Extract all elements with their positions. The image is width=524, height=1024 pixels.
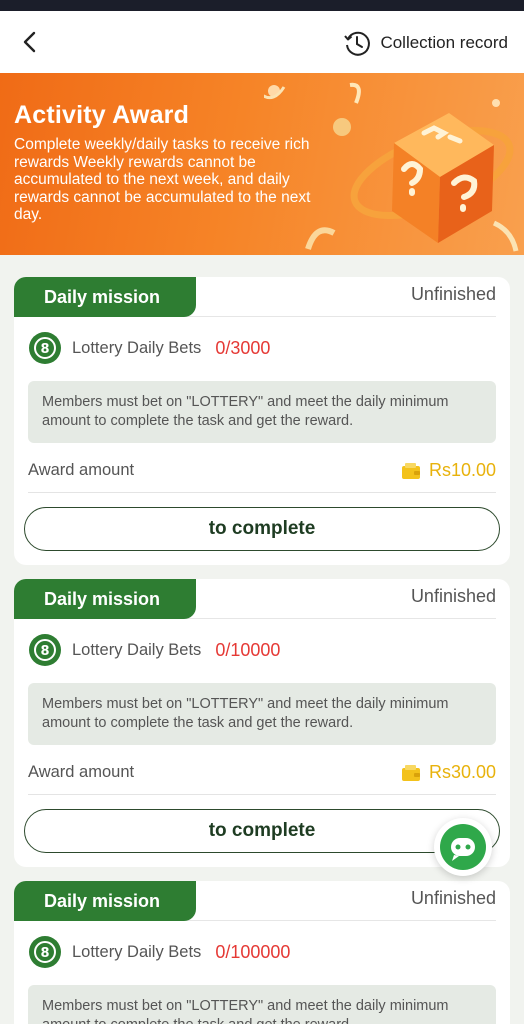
mission-card: Daily mission Unfinished 8 Lottery Daily…: [14, 579, 510, 867]
mission-card: Daily mission Unfinished 8 Lottery Daily…: [14, 881, 510, 1024]
mission-card-header: Daily mission Unfinished: [14, 881, 496, 921]
chat-bot-button[interactable]: [434, 818, 492, 876]
award-row: Award amount Rs30.00: [28, 759, 496, 795]
lottery-ball-icon: 8: [29, 936, 61, 968]
to-complete-button[interactable]: to complete: [24, 809, 500, 853]
task-row: 8 Lottery Daily Bets 0/10000: [14, 619, 510, 667]
collection-record-label: Collection record: [380, 33, 508, 52]
task-row: 8 Lottery Daily Bets 0/100000: [14, 921, 510, 969]
banner-title: Activity Award: [14, 101, 190, 129]
task-row: 8 Lottery Daily Bets 0/3000: [14, 317, 510, 365]
task-name: Lottery Daily Bets: [72, 640, 202, 659]
task-description: Members must bet on "LOTTERY" and meet t…: [28, 985, 496, 1024]
activity-banner: Activity Award Complete weekly/daily tas…: [0, 73, 524, 255]
mission-status: Unfinished: [410, 586, 496, 606]
mission-tag: Daily mission: [14, 579, 196, 619]
lottery-ball-icon: 8: [29, 634, 61, 666]
mission-card: Daily mission Unfinished 8 Lottery Daily…: [14, 277, 510, 565]
mission-list: Daily mission Unfinished 8 Lottery Daily…: [0, 255, 524, 1024]
svg-text:8: 8: [40, 946, 49, 961]
mission-status: Unfinished: [410, 284, 496, 304]
award-row: Award amount Rs10.00: [28, 457, 496, 493]
award-amount: Rs30.00: [401, 762, 496, 783]
mission-tag: Daily mission: [14, 881, 196, 921]
question-dice-icon: [264, 82, 519, 252]
lottery-ball-icon: 8: [29, 332, 61, 364]
mission-status: Unfinished: [410, 888, 496, 908]
award-label: Award amount: [28, 763, 135, 781]
wallet-icon: [401, 462, 420, 479]
award-value: Rs10.00: [428, 460, 496, 480]
status-bar: [0, 0, 524, 11]
mission-card-header: Daily mission Unfinished: [14, 579, 496, 619]
svg-text:8: 8: [40, 644, 49, 659]
task-description: Members must bet on "LOTTERY" and meet t…: [28, 683, 496, 745]
history-clock-icon: [344, 31, 371, 56]
mission-card-header: Daily mission Unfinished: [14, 277, 496, 317]
top-nav: Collection record: [0, 11, 524, 73]
task-progress: 0/100000: [215, 941, 291, 962]
chat-bot-icon: [440, 824, 486, 870]
collection-record-button[interactable]: Collection record: [342, 28, 508, 58]
wallet-icon: [401, 764, 420, 781]
award-value: Rs30.00: [428, 762, 496, 782]
chevron-left-icon[interactable]: [18, 29, 44, 55]
task-progress: 0/10000: [215, 639, 281, 660]
award-label: Award amount: [28, 461, 135, 479]
task-description: Members must bet on "LOTTERY" and meet t…: [28, 381, 496, 443]
to-complete-button[interactable]: to complete: [24, 507, 500, 551]
svg-text:8: 8: [40, 342, 49, 357]
task-name: Lottery Daily Bets: [72, 942, 202, 961]
task-progress: 0/3000: [215, 337, 271, 358]
task-name: Lottery Daily Bets: [72, 338, 202, 357]
mission-tag: Daily mission: [14, 277, 196, 317]
award-amount: Rs10.00: [401, 460, 496, 481]
